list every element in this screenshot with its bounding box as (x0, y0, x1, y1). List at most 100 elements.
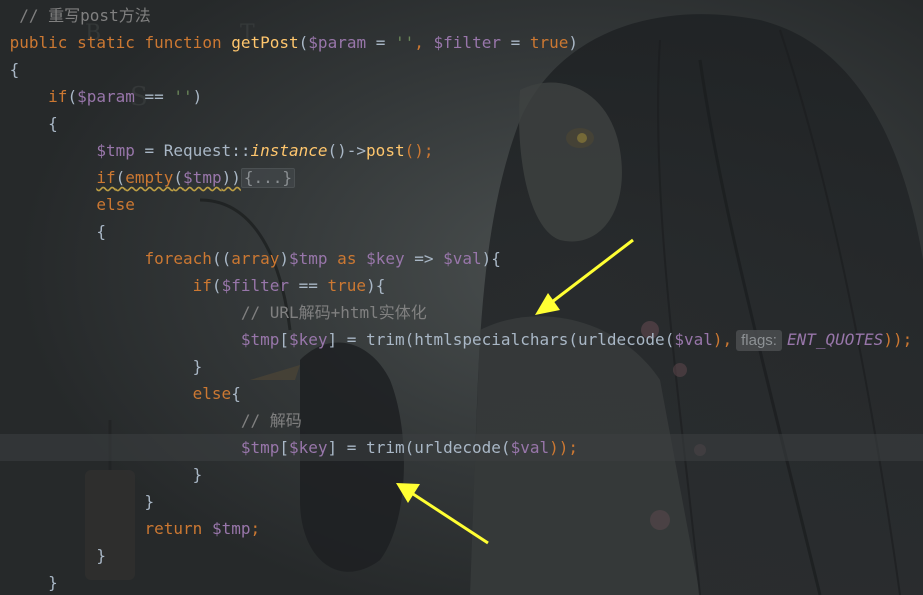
code-line-15: else{ (0, 380, 923, 407)
paren: ), (712, 330, 733, 349)
keyword-return: return (144, 519, 203, 538)
code-line-2: public static function getPost($param = … (0, 29, 923, 56)
variable-filter: $filter (433, 33, 501, 52)
code-line-11: if($filter == true){ (0, 272, 923, 299)
paren: ( (115, 168, 126, 187)
statement-end: ; (250, 519, 261, 538)
function-name: getPost (231, 33, 299, 52)
operator: => (404, 249, 444, 268)
variable-tmp: $tmp (211, 519, 251, 538)
comment: // 解码 (240, 411, 302, 430)
keyword-if: if (192, 276, 212, 295)
paren: (( (211, 249, 232, 268)
brace: ){ (481, 249, 501, 268)
keyword-static: static (77, 33, 135, 52)
variable-filter: $filter (221, 276, 289, 295)
static-method: instance (250, 141, 328, 160)
brace: } (48, 573, 58, 592)
comment: // URL解码+html实体化 (240, 303, 427, 322)
keyword-public: public (9, 33, 68, 52)
operator: = (500, 33, 530, 52)
variable-key: $key (366, 249, 405, 268)
variable-val: $val (510, 438, 550, 457)
variable-val: $val (674, 330, 713, 349)
code-line-4: if($param == '') (0, 83, 923, 110)
keyword-foreach: foreach (144, 249, 212, 268)
paren: ( (67, 87, 78, 106)
code-line-13: $tmp[$key] = trim(htmlspecialchars(urlde… (0, 326, 923, 353)
paren: ) (279, 249, 290, 268)
comment: // 重写post方法 (19, 6, 151, 25)
code-line-14: } (0, 353, 923, 380)
operator: = (366, 33, 395, 52)
string-literal: '' (395, 33, 415, 52)
comma: , (414, 33, 434, 52)
keyword-as: as (327, 249, 367, 268)
bracket: [ (279, 438, 289, 457)
brace: { (48, 114, 58, 133)
keyword-function: function (144, 33, 222, 52)
variable-tmp: $tmp (183, 168, 222, 187)
function-call: = trim(urldecode( (337, 438, 511, 457)
operator: ()-> (327, 141, 367, 160)
code-line-7: if(empty($tmp)) {...} (0, 164, 923, 191)
variable-param: $param (308, 33, 367, 52)
code-line-10: foreach((array)$tmp as $key => $val){ (0, 245, 923, 272)
method-post: post (366, 141, 405, 160)
paren: )) (221, 168, 241, 187)
class-ref: = Request:: (134, 141, 251, 160)
variable-tmp: $tmp (96, 141, 135, 160)
variable-key: $key (289, 330, 328, 349)
variable-key: $key (289, 438, 328, 457)
code-line-21: } (0, 542, 923, 569)
keyword-else: else (96, 195, 135, 214)
keyword-array: array (231, 249, 280, 268)
statement-end: )); (549, 438, 578, 457)
bracket: ] (327, 438, 338, 457)
paren: ( (173, 168, 184, 187)
code-line-17-current: $tmp[$key] = trim(urldecode($val)); (0, 434, 923, 461)
paren: ( (298, 33, 309, 52)
code-line-16: // 解码 (0, 407, 923, 434)
code-line-9: { (0, 218, 923, 245)
keyword-true: true (529, 33, 569, 52)
brace: { (9, 60, 20, 79)
keyword-else: else (192, 384, 232, 403)
brace: { (231, 384, 241, 403)
statement-end: (); (404, 141, 434, 160)
brace: } (96, 546, 106, 565)
keyword-if: if (48, 87, 68, 106)
function-empty: empty (125, 168, 174, 187)
operator: == (289, 276, 328, 295)
code-line-19: } (0, 488, 923, 515)
code-line-18: } (0, 461, 923, 488)
variable-val: $val (443, 249, 482, 268)
variable-tmp: $tmp (240, 330, 280, 349)
bracket: [ (279, 330, 289, 349)
string-literal: '' (173, 87, 193, 106)
constant-ent-quotes: ENT_QUOTES (786, 330, 884, 349)
code-line-5: { (0, 110, 923, 137)
variable-param: $param (77, 87, 135, 106)
function-call: = trim(htmlspecialchars(urldecode( (337, 330, 675, 349)
parameter-hint: flags: (736, 330, 782, 351)
code-fold-placeholder[interactable]: {...} (240, 168, 296, 188)
keyword-if: if (96, 168, 116, 187)
variable-tmp: $tmp (289, 249, 328, 268)
paren: ( (211, 276, 222, 295)
code-line-12: // URL解码+html实体化 (0, 299, 923, 326)
code-editor[interactable]: // 重写post方法 public static function getPo… (0, 0, 923, 595)
code-line-6: $tmp = Request::instance()->post(); (0, 137, 923, 164)
paren: ) (568, 33, 579, 52)
brace: } (192, 465, 203, 484)
brace: ){ (366, 276, 386, 295)
code-line-1: // 重写post方法 (0, 2, 923, 29)
bracket: ] (327, 330, 338, 349)
paren: ) (192, 87, 203, 106)
code-line-22: } (0, 569, 923, 595)
variable-tmp: $tmp (240, 438, 280, 457)
brace: } (192, 357, 203, 376)
brace: } (144, 492, 155, 511)
brace: { (96, 222, 106, 241)
statement-end: )); (883, 330, 913, 349)
